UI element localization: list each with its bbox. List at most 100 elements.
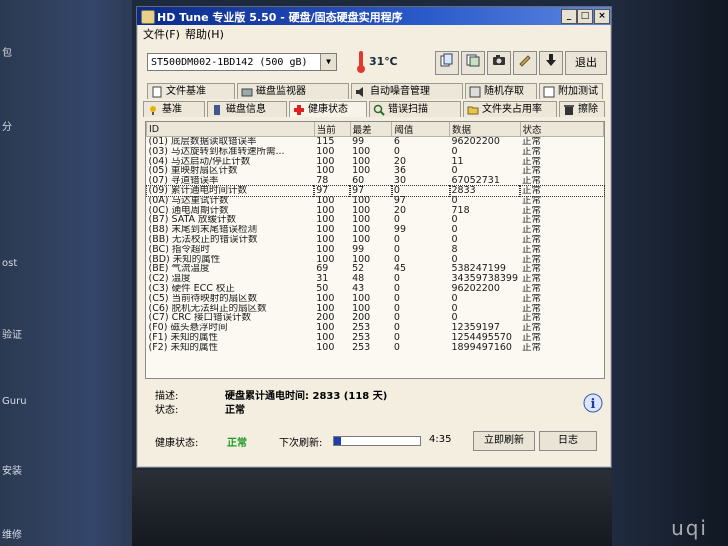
table-cell: 正常 xyxy=(522,146,542,157)
table-cell: 100 xyxy=(316,303,335,314)
tab-health[interactable]: 健康状态 xyxy=(289,101,367,117)
table-cell: (F0) 磁头悬浮时间 xyxy=(148,323,228,333)
table-cell: 正常 xyxy=(522,244,542,255)
table-cell: 100 xyxy=(316,215,335,226)
table-cell: 0 xyxy=(393,244,400,255)
table-row[interactable]: (C2) 温度 31 48 0 34359738399 正常 xyxy=(147,274,604,284)
tab-random-access[interactable]: 随机存取 xyxy=(465,83,537,99)
desktop-icon-label[interactable]: Guru xyxy=(2,396,27,407)
drive-select[interactable]: ST500DM002-1BD142 (500 gB) ▼ xyxy=(147,53,337,71)
table-cell: 99 xyxy=(393,225,406,235)
tab-erase[interactable]: 擦除 xyxy=(559,101,605,117)
title-bar[interactable]: HD Tune 专业版 5.50 - 硬盘/固态硬盘实用程序 _ □ × xyxy=(137,7,611,25)
maximize-button[interactable]: □ xyxy=(577,9,593,24)
table-cell: 正常 xyxy=(522,313,542,324)
table-cell: (BB) 无法校正的错误计数 xyxy=(148,234,258,245)
table-cell: 0 xyxy=(451,313,458,324)
table-row[interactable]: (BE) 气流温度 69 52 45 538247199 正常 xyxy=(147,264,604,274)
desktop-icon-label[interactable]: 分 xyxy=(2,118,12,133)
health-icon xyxy=(294,105,304,115)
tab-error-scan[interactable]: 错误扫描 xyxy=(369,101,461,117)
table-row[interactable]: (BC) 指令超时 100 99 0 8 正常 xyxy=(147,245,604,255)
window-title: HD Tune 专业版 5.50 - 硬盘/固态硬盘实用程序 xyxy=(157,11,403,24)
column-header[interactable]: 最差 xyxy=(349,122,393,137)
tab-benchmark[interactable]: 基准 xyxy=(143,101,205,117)
desktop-icon-label[interactable]: 安装 xyxy=(2,462,22,477)
table-row[interactable]: (B8) 末尾到末尾错误检测 100 100 99 0 正常 xyxy=(147,225,604,235)
table-row[interactable]: (BB) 无法校正的错误计数 100 100 0 0 正常 xyxy=(147,235,604,245)
tab-file-benchmark[interactable]: 文件基准 xyxy=(147,83,235,99)
table-row[interactable]: (09) 累计通电时间计数 97 97 0 2833 正常 xyxy=(145,185,605,197)
table-cell: 100 xyxy=(316,156,335,167)
options-icon[interactable] xyxy=(513,51,537,75)
tab-disk-monitor[interactable]: 磁盘监视器 xyxy=(237,83,349,99)
desktop-icon-label[interactable]: 维修 xyxy=(2,526,22,541)
column-header[interactable]: 状态 xyxy=(519,122,605,137)
menu-bar: 文件(F) 帮助(H) xyxy=(137,25,611,41)
copy-screenshot-icon[interactable] xyxy=(461,51,485,75)
error-scan-icon xyxy=(373,104,385,116)
camera-icon[interactable] xyxy=(487,51,511,75)
menu-file[interactable]: 文件(F) xyxy=(143,26,180,42)
table-row[interactable]: (C5) 当前待映射的扇区数 100 100 0 0 正常 xyxy=(147,294,604,304)
download-icon[interactable] xyxy=(539,51,563,75)
menu-help[interactable]: 帮助(H) xyxy=(185,26,224,42)
table-row[interactable]: (0C) 通电周期计数 100 100 20 718 正常 xyxy=(147,206,604,216)
table-row[interactable]: (05) 重映射扇区计数 100 100 36 0 正常 xyxy=(147,166,604,176)
table-cell: (0A) 马达重试计数 xyxy=(148,195,229,206)
table-row[interactable]: (04) 马达启动/停止计数 100 100 20 11 正常 xyxy=(147,157,604,167)
table-cell: 96202200 xyxy=(451,283,500,294)
table-row[interactable]: (0A) 马达重试计数 100 100 97 0 正常 xyxy=(147,196,604,206)
table-row[interactable]: (C6) 脱机无法纠正的扇区数 100 100 0 0 正常 xyxy=(147,304,604,314)
tab-aam[interactable]: 自动噪音管理 xyxy=(351,83,463,99)
chevron-down-icon[interactable]: ▼ xyxy=(320,54,336,70)
table-row[interactable]: (B7) SATA 放缓计数 100 100 0 0 正常 xyxy=(147,215,604,225)
table-row[interactable]: (BD) 未知的属性 100 100 0 0 正常 xyxy=(147,255,604,265)
column-header[interactable]: 数据 xyxy=(449,122,521,137)
refresh-now-button[interactable]: 立即刷新 xyxy=(473,431,535,451)
table-cell: 0 xyxy=(451,234,458,245)
desktop-background-left: 包 分 ost 验证 Guru 安装 维修 xyxy=(0,0,132,546)
table-cell: 0 xyxy=(393,293,400,304)
tab-label: 自动噪音管理 xyxy=(370,86,430,97)
table-row[interactable]: (03) 马达旋转到标准转速所需... 100 100 0 0 正常 xyxy=(147,147,604,157)
disk-monitor-icon xyxy=(241,88,253,97)
tab-label: 文件夹占用率 xyxy=(482,104,542,115)
desktop-icon-label[interactable]: 验证 xyxy=(2,326,22,341)
table-cell: 正常 xyxy=(522,303,542,314)
table-row[interactable]: (C3) 硬件 ECC 校正 50 43 0 96202200 正常 xyxy=(147,284,604,294)
column-header[interactable]: ID xyxy=(146,122,315,137)
refresh-progress-bar xyxy=(333,436,421,446)
column-header[interactable]: 阈值 xyxy=(391,122,451,137)
table-row[interactable]: (F2) 未知的属性 100 253 0 1899497160 正常 xyxy=(147,343,604,353)
copy-info-icon[interactable] xyxy=(435,51,459,75)
info-icon[interactable]: i xyxy=(583,393,603,419)
health-status-label: 健康状态: xyxy=(155,438,199,449)
app-icon xyxy=(141,10,155,24)
table-cell: 253 xyxy=(352,342,371,353)
desktop-icon-label[interactable]: ost xyxy=(2,258,17,269)
file-benchmark-icon xyxy=(152,86,162,98)
table-cell: 50 xyxy=(316,283,329,294)
table-row[interactable]: (07) 寻道错误率 78 60 30 67052731 正常 xyxy=(147,176,604,186)
exit-button[interactable]: 退出 xyxy=(565,51,607,75)
tab-label: 文件基准 xyxy=(166,86,206,97)
table-row[interactable]: (F1) 未知的属性 100 253 0 1254495570 正常 xyxy=(147,333,604,343)
table-row[interactable]: (01) 底层数据读取错误率 115 99 6 96202200 正常 xyxy=(147,137,604,147)
close-button[interactable]: × xyxy=(594,9,610,24)
tab-extra-tests[interactable]: 附加测试 xyxy=(539,83,603,99)
log-button[interactable]: 日志 xyxy=(539,431,597,451)
minimize-button[interactable]: _ xyxy=(561,9,577,24)
table-cell: 100 xyxy=(316,195,335,206)
table-cell: 正常 xyxy=(522,234,542,245)
benchmark-icon xyxy=(150,106,156,115)
desktop-icon-label[interactable]: 包 xyxy=(2,44,12,59)
table-row[interactable]: (F0) 磁头悬浮时间 100 253 0 12359197 正常 xyxy=(147,323,604,333)
table-row[interactable]: (C7) CRC 接口错误计数 200 200 0 0 正常 xyxy=(147,313,604,323)
tab-disk-info[interactable]: 磁盘信息 xyxy=(207,101,287,117)
column-header[interactable]: 当前 xyxy=(313,122,351,137)
table-cell: 0 xyxy=(393,283,400,294)
table-cell: 0 xyxy=(393,146,400,157)
tab-folder-usage[interactable]: 文件夹占用率 xyxy=(463,101,557,117)
table-cell: 100 xyxy=(352,166,371,177)
